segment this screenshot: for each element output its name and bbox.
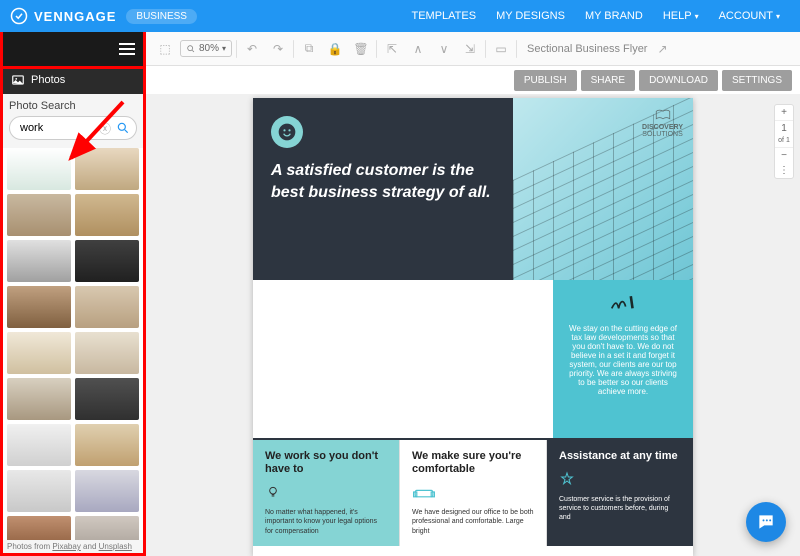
editor-toolbar: ⬚ 80% ▾ ↶ ↷ ⧉ 🔒 🗑 ⇱ ∧ ∨ ⇲ ▭ Sectional Bu… <box>146 32 800 66</box>
photo-thumb[interactable] <box>7 378 71 420</box>
credit-unsplash[interactable]: Unsplash <box>99 542 132 551</box>
photo-thumb[interactable] <box>75 332 139 374</box>
photo-thumb[interactable] <box>75 286 139 328</box>
photo-thumb[interactable] <box>75 148 139 190</box>
panel-header: Photos <box>3 66 143 94</box>
flyer-canvas[interactable]: A satisfied customer is the best busines… <box>253 98 693 556</box>
photo-results-grid <box>3 148 143 540</box>
action-bar: PUBLISH SHARE DOWNLOAD SETTINGS <box>146 66 800 94</box>
photo-thumb[interactable] <box>7 148 71 190</box>
photo-thumb[interactable] <box>7 424 71 466</box>
flyer-card-2[interactable]: We make sure you're comfortable We have … <box>400 440 547 546</box>
top-nav: VENNGAGE BUSINESS TEMPLATES MY DESIGNS M… <box>0 0 800 32</box>
brand-logo[interactable]: VENNGAGE <box>10 7 116 25</box>
photo-thumb[interactable] <box>7 286 71 328</box>
share-button[interactable]: SHARE <box>581 70 635 91</box>
photo-thumb[interactable] <box>7 194 71 236</box>
photo-thumb[interactable] <box>75 470 139 512</box>
photo-thumb[interactable] <box>7 470 71 512</box>
redo-icon[interactable]: ↷ <box>267 38 289 60</box>
venngage-icon <box>10 7 28 25</box>
zoom-in-button[interactable]: + <box>775 105 793 120</box>
flyer-hero[interactable]: A satisfied customer is the best busines… <box>253 98 513 280</box>
nav-my-designs[interactable]: MY DESIGNS <box>486 10 575 22</box>
arrow-up-icon[interactable]: ∧ <box>407 38 429 60</box>
page-indicator: 1of 1 <box>775 120 793 148</box>
undo-icon[interactable]: ↶ <box>241 38 263 60</box>
photo-thumb[interactable] <box>75 240 139 282</box>
chevron-down-icon: ▾ <box>776 12 780 21</box>
chat-icon <box>756 512 776 532</box>
nav-help[interactable]: HELP▾ <box>653 10 709 22</box>
photo-thumb[interactable] <box>75 424 139 466</box>
document-title[interactable]: Sectional Business Flyer <box>527 43 647 55</box>
zoom-icon <box>186 44 196 54</box>
zoom-control[interactable]: 80% ▾ <box>180 40 232 57</box>
search-row: ⓧ <box>9 116 137 140</box>
flyer-brand[interactable]: DISCOVERY SOLUTIONS <box>642 108 683 138</box>
lock-icon[interactable]: 🔒 <box>324 38 346 60</box>
star-icon <box>559 471 681 489</box>
nav-templates[interactable]: TEMPLATES <box>401 10 486 22</box>
search-button[interactable] <box>114 119 132 137</box>
search-input[interactable] <box>18 121 96 135</box>
flyer-image-placeholder[interactable] <box>253 280 553 438</box>
signature-icon <box>610 294 636 314</box>
photo-thumb[interactable] <box>75 194 139 236</box>
chat-button[interactable] <box>746 502 786 542</box>
zoom-out-button[interactable]: − <box>775 148 793 163</box>
flyer-card-1[interactable]: We work so you don't have to No matter w… <box>253 440 400 546</box>
photo-credits: Photos from Pixabay and Unsplash <box>3 540 143 553</box>
zoom-value: 80% <box>199 43 219 54</box>
page-zoom-widget: + 1of 1 − ⋮ <box>774 104 794 179</box>
canvas-viewport[interactable]: + 1of 1 − ⋮ A satisfied customer is the … <box>146 94 800 556</box>
photo-thumb[interactable] <box>7 516 71 540</box>
bring-forward-icon[interactable]: ⇱ <box>381 38 403 60</box>
flyer-headline[interactable]: A satisfied customer is the best busines… <box>271 160 495 203</box>
copy-icon[interactable]: ⧉ <box>298 38 320 60</box>
nav-my-brand[interactable]: MY BRAND <box>575 10 653 22</box>
smiley-icon <box>271 116 303 148</box>
panel-title: Photos <box>31 74 65 86</box>
zoom-more-icon[interactable]: ⋮ <box>775 163 793 178</box>
group-icon[interactable]: ▭ <box>490 38 512 60</box>
publish-button[interactable]: PUBLISH <box>514 70 577 91</box>
lightbulb-icon <box>265 484 387 502</box>
left-strip <box>3 32 143 66</box>
chevron-down-icon: ▾ <box>695 12 699 21</box>
search-label: Photo Search <box>9 100 137 112</box>
canvas-column: ⬚ 80% ▾ ↶ ↷ ⧉ 🔒 🗑 ⇱ ∧ ∨ ⇲ ▭ Sectional Bu… <box>146 32 800 556</box>
photo-thumb[interactable] <box>7 332 71 374</box>
flyer-hero-image[interactable]: DISCOVERY SOLUTIONS <box>513 98 693 280</box>
open-external-icon[interactable]: ↗ <box>651 38 673 60</box>
flyer-mid-text[interactable]: We stay on the cutting edge of tax law d… <box>565 324 681 396</box>
photo-thumb[interactable] <box>75 378 139 420</box>
book-icon <box>654 108 672 122</box>
download-button[interactable]: DOWNLOAD <box>639 70 718 91</box>
plan-badge[interactable]: BUSINESS <box>126 9 197 24</box>
search-icon <box>116 121 130 135</box>
flyer-mid-text-block[interactable]: We stay on the cutting edge of tax law d… <box>553 280 693 438</box>
photo-thumb[interactable] <box>75 516 139 540</box>
lasso-tool-icon[interactable]: ⬚ <box>154 38 176 60</box>
left-panel: Photos Photo Search ⓧ Photos from Pixaba… <box>0 32 146 556</box>
brand-name: VENNGAGE <box>34 9 116 24</box>
search-section: Photo Search ⓧ <box>3 94 143 148</box>
flyer-card-3[interactable]: Assistance at any time Customer service … <box>547 440 693 546</box>
clear-search-icon[interactable]: ⓧ <box>96 119 114 137</box>
photo-thumb[interactable] <box>7 240 71 282</box>
settings-button[interactable]: SETTINGS <box>722 70 792 91</box>
photos-icon <box>11 73 25 87</box>
sofa-icon <box>412 484 534 502</box>
chevron-down-icon: ▾ <box>222 44 226 53</box>
nav-account[interactable]: ACCOUNT▾ <box>709 10 790 22</box>
delete-icon[interactable]: 🗑 <box>350 38 372 60</box>
hamburger-icon[interactable] <box>119 43 135 55</box>
send-back-icon[interactable]: ⇲ <box>459 38 481 60</box>
arrow-down-icon[interactable]: ∨ <box>433 38 455 60</box>
credit-pixabay[interactable]: Pixabay <box>52 542 80 551</box>
